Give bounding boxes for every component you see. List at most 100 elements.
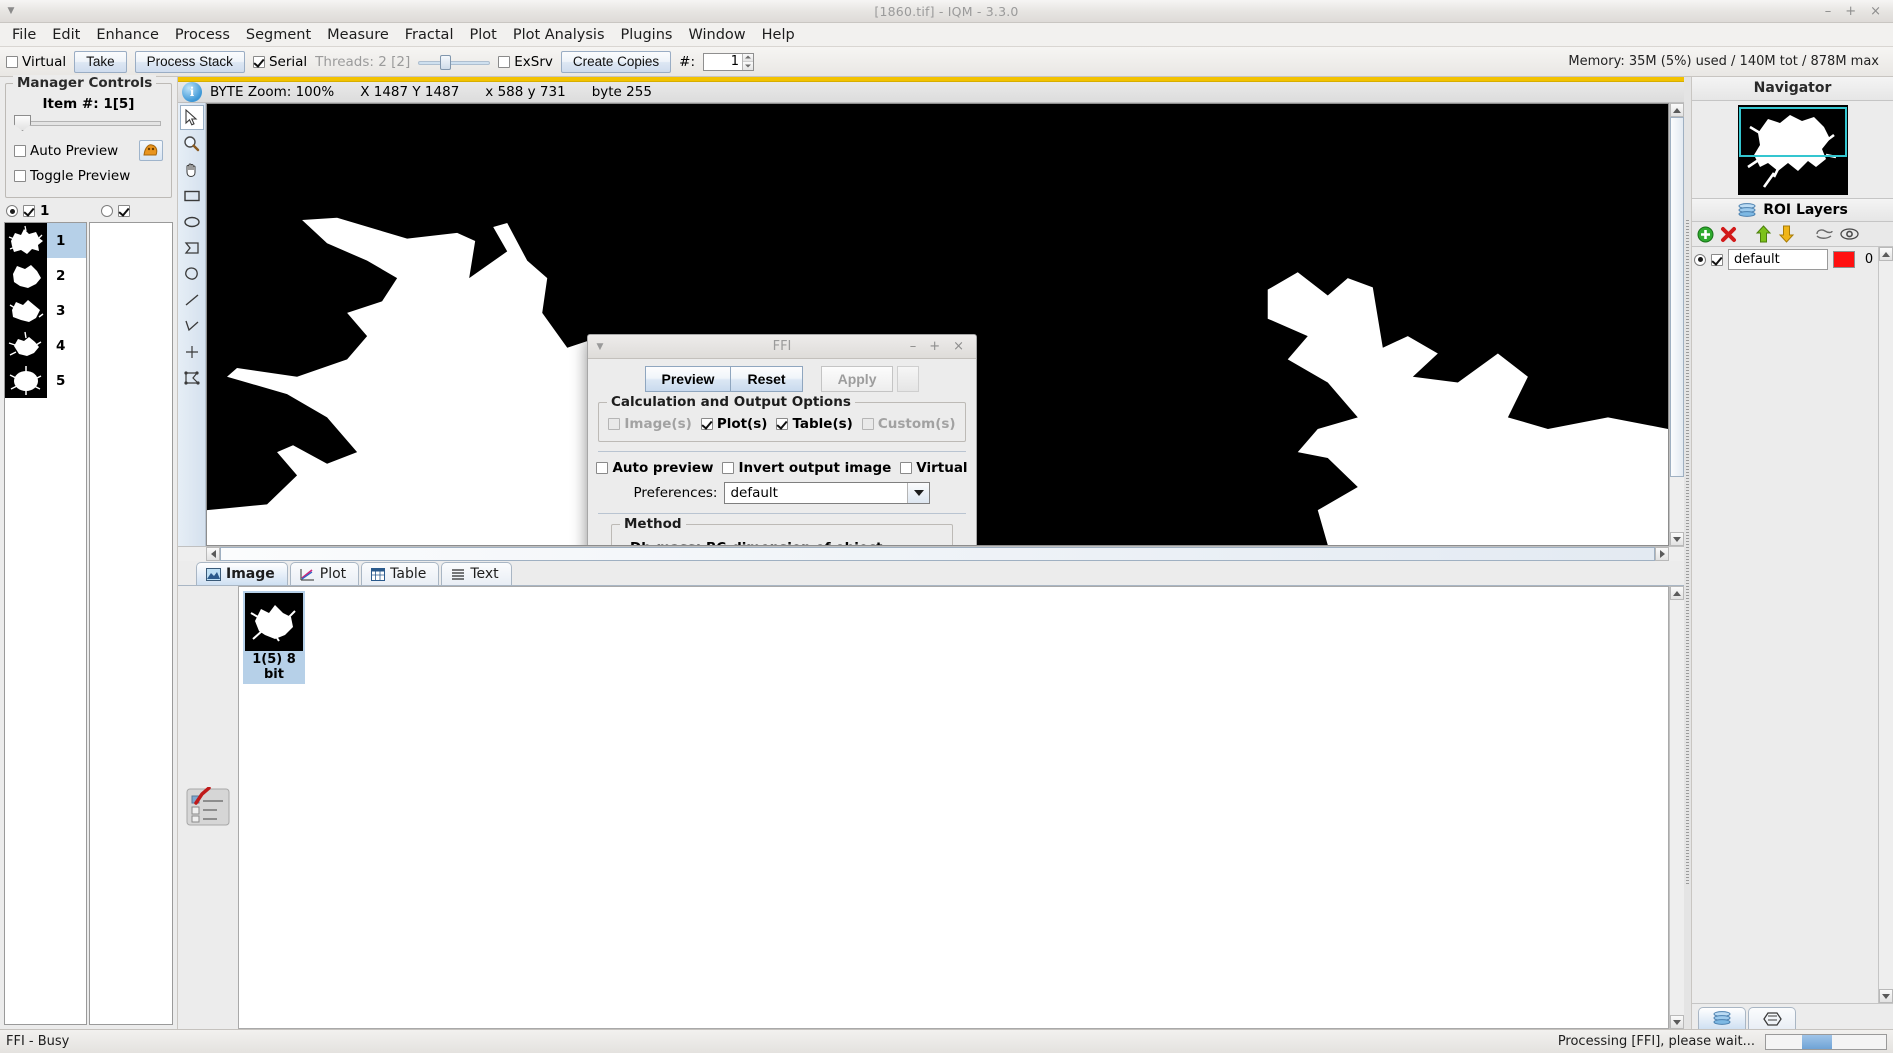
menu-item-enhance[interactable]: Enhance <box>88 25 167 45</box>
roi-layer-color-swatch[interactable] <box>1833 251 1855 268</box>
minimize-icon[interactable]: – <box>1825 5 1832 18</box>
navigator-viewport-rect[interactable] <box>1738 106 1847 157</box>
menu-item-plugins[interactable]: Plugins <box>613 25 681 45</box>
angle-tool[interactable] <box>180 313 204 338</box>
navigator-image[interactable] <box>1737 104 1848 195</box>
stepper-arrows[interactable] <box>742 53 754 70</box>
visibility-eye-icon[interactable] <box>1840 227 1859 241</box>
merge-icon[interactable] <box>1815 227 1834 241</box>
item-slider[interactable] <box>14 114 163 132</box>
preview-button[interactable]: Preview <box>644 366 732 392</box>
pointer-tool[interactable] <box>179 105 204 130</box>
menu-item-plot[interactable]: Plot <box>461 25 504 45</box>
virtual-checkbox[interactable]: Virtual <box>6 54 66 70</box>
list-item[interactable]: 2 <box>5 258 86 293</box>
close-icon[interactable]: × <box>1870 5 1881 18</box>
stepper-up[interactable] <box>743 53 754 62</box>
vertical-scroll-thumb[interactable] <box>1670 117 1684 477</box>
delete-layer-icon[interactable] <box>1720 226 1737 243</box>
ellipse-tool[interactable] <box>180 209 204 234</box>
copies-count-input[interactable] <box>704 53 743 70</box>
roi-layer-visible-checkbox[interactable] <box>1711 253 1723 266</box>
add-layer-icon[interactable] <box>1697 226 1714 243</box>
roi-layers-tab[interactable] <box>1698 1007 1746 1029</box>
close-icon[interactable]: × <box>953 340 964 353</box>
menu-item-edit[interactable]: Edit <box>44 25 88 45</box>
serial-checkbox[interactable]: Serial <box>252 54 307 70</box>
tables-checkbox[interactable]: Table(s) <box>776 416 853 432</box>
menu-item-help[interactable]: Help <box>754 25 803 45</box>
menu-item-file[interactable]: File <box>4 25 44 45</box>
menu-item-process[interactable]: Process <box>167 25 238 45</box>
left-list-checkbox[interactable] <box>23 205 35 217</box>
thumbnail-list[interactable]: 1(5) 8 bit <box>238 586 1669 1029</box>
scroll-down-button[interactable] <box>1670 532 1684 546</box>
scroll-up-button[interactable] <box>1879 247 1893 261</box>
secondary-item-list[interactable] <box>89 222 173 1025</box>
slider-knob[interactable] <box>14 115 31 131</box>
canvas-vertical-scrollbar[interactable] <box>1669 103 1684 546</box>
menu-item-window[interactable]: Window <box>680 25 753 45</box>
preferences-select[interactable]: default <box>724 482 931 504</box>
take-button[interactable]: Take <box>74 50 127 73</box>
toggle-preview-checkbox[interactable]: Toggle Preview <box>14 168 130 184</box>
scroll-left-button[interactable] <box>206 547 220 561</box>
scroll-right-button[interactable] <box>1655 547 1669 561</box>
tab-text[interactable]: Text <box>441 562 512 585</box>
copies-count-stepper[interactable] <box>703 52 755 71</box>
right-list-radio[interactable] <box>101 205 114 217</box>
create-copies-button[interactable]: Create Copies <box>560 50 672 73</box>
scroll-down-button[interactable] <box>1879 989 1893 1003</box>
virtual-checkbox[interactable]: Virtual <box>900 460 968 476</box>
list-item[interactable]: 1 <box>5 223 86 258</box>
menu-item-fractal[interactable]: Fractal <box>397 25 462 45</box>
horizontal-scroll-thumb[interactable] <box>220 547 1655 561</box>
right-list-checkbox[interactable] <box>118 205 131 217</box>
chevron-down-icon[interactable] <box>907 483 930 503</box>
slider-knob[interactable] <box>440 54 452 70</box>
freehand-tool[interactable] <box>180 261 204 286</box>
roi-layer-name[interactable]: default <box>1728 249 1828 270</box>
hand-tool[interactable] <box>180 157 204 182</box>
invert-output-image-checkbox[interactable]: Invert output image <box>722 460 891 476</box>
move-down-icon[interactable] <box>1778 225 1795 243</box>
threads-slider[interactable] <box>418 54 491 70</box>
thumbnail-vertical-scrollbar[interactable] <box>1669 586 1684 1029</box>
right-panel-resize-handle[interactable] <box>1684 77 1691 1029</box>
polyline-tool[interactable] <box>180 365 204 390</box>
apply-button[interactable]: Apply <box>820 366 894 392</box>
image-canvas[interactable]: ▼ FFI – + × Preview Reset Apply Calculat… <box>206 103 1669 546</box>
auto-preview-checkbox[interactable]: Auto Preview <box>14 143 118 159</box>
checklist-icon[interactable] <box>178 586 238 1029</box>
roi-layer-row[interactable]: default 0 <box>1694 249 1878 270</box>
polygon-tool[interactable] <box>180 235 204 260</box>
reset-button[interactable]: Reset <box>731 366 803 392</box>
line-tool[interactable] <box>180 287 204 312</box>
tab-image[interactable]: Image <box>196 562 288 585</box>
process-stack-button[interactable]: Process Stack <box>134 50 245 73</box>
navigator-panel[interactable] <box>1692 101 1893 199</box>
scroll-up-button[interactable] <box>1670 103 1684 117</box>
move-up-icon[interactable] <box>1755 225 1772 243</box>
scroll-up-button[interactable] <box>1670 586 1684 600</box>
zoom-tool[interactable] <box>180 131 204 156</box>
minimize-icon[interactable]: – <box>910 340 917 353</box>
list-item[interactable]: 3 <box>5 293 86 328</box>
menu-item-measure[interactable]: Measure <box>319 25 397 45</box>
roi-layer-radio[interactable] <box>1694 253 1706 266</box>
plots-checkbox[interactable]: Plot(s) <box>700 416 767 432</box>
roi-shapes-tab[interactable] <box>1748 1007 1796 1029</box>
rectangle-tool[interactable] <box>180 183 204 208</box>
exsrv-checkbox[interactable]: ExSrv <box>498 54 553 70</box>
maximize-icon[interactable]: + <box>1845 5 1856 18</box>
menu-item-plot-analysis[interactable]: Plot Analysis <box>505 25 613 45</box>
image-item-list[interactable]: 1 2 3 4 5 <box>4 222 87 1025</box>
thumbnail-item[interactable]: 1(5) 8 bit <box>243 591 305 684</box>
list-item[interactable]: 5 <box>5 363 86 398</box>
tab-table[interactable]: Table <box>361 562 440 585</box>
tab-plot[interactable]: Plot <box>289 562 360 585</box>
roi-list-vertical-scrollbar[interactable] <box>1878 247 1893 1003</box>
auto-preview-checkbox[interactable]: Auto preview <box>596 460 713 476</box>
images-checkbox[interactable]: Image(s) <box>608 416 692 432</box>
canvas-horizontal-scrollbar[interactable] <box>178 546 1684 561</box>
